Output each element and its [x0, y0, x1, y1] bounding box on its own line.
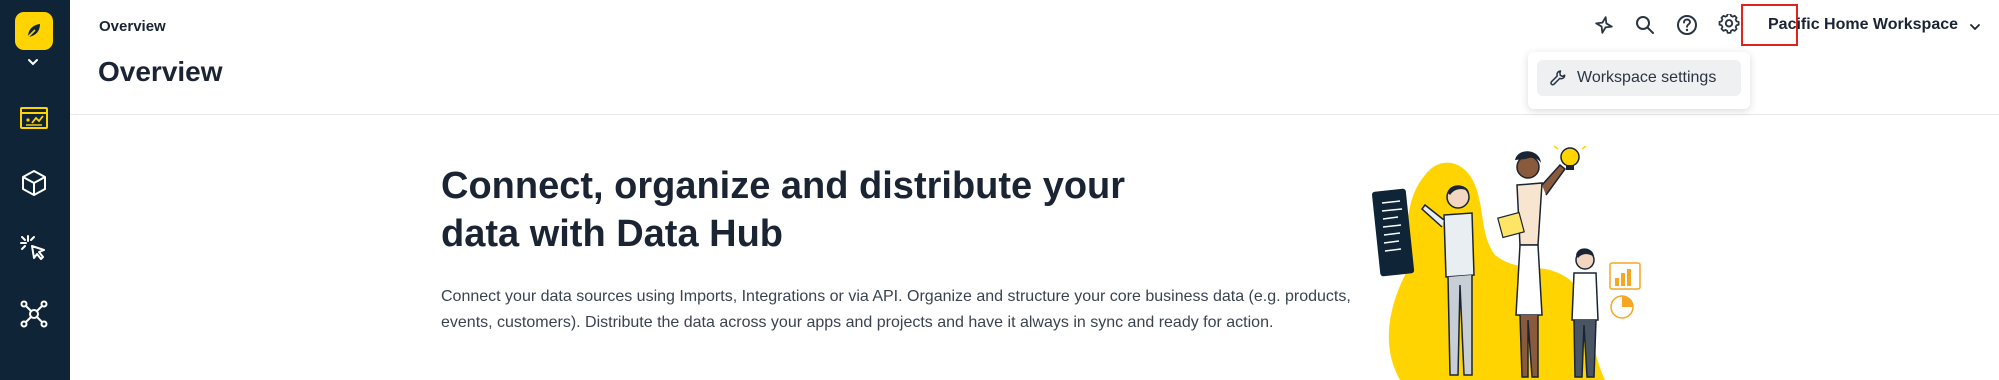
settings-dropdown: Workspace settings [1528, 52, 1750, 109]
wrench-icon [1550, 70, 1566, 86]
search-button[interactable] [1630, 10, 1660, 40]
chevron-down-icon[interactable] [24, 55, 42, 69]
menu-item-label: Workspace settings [1577, 69, 1717, 86]
sidebar [0, 0, 70, 380]
cube-icon [22, 170, 46, 196]
leaf-logo-icon [27, 24, 40, 38]
app-root: Overview Overview Pacific Home Workspace… [0, 0, 1999, 380]
search-icon [1636, 16, 1654, 34]
sidebar-item-dashboard[interactable] [17, 101, 51, 135]
ai-assistant-button[interactable] [1589, 10, 1619, 40]
dashboard-icon [20, 107, 48, 129]
hero-title: Connect, organize and distribute your da… [441, 165, 1126, 255]
sidebar-item-catalog[interactable] [17, 166, 51, 200]
team-illustration [1372, 145, 1641, 380]
main-content: Overview Overview Pacific Home Workspace… [70, 0, 1999, 380]
app-logo[interactable] [15, 12, 53, 50]
sidebar-item-integrations[interactable] [17, 297, 51, 331]
page-title: Overview [98, 56, 223, 87]
workspace-switcher[interactable]: Pacific Home Workspace [1768, 16, 1958, 34]
ai-sparkle-icon [1595, 16, 1613, 34]
click-icon [20, 235, 45, 260]
help-button[interactable] [1672, 10, 1702, 40]
chevron-down-icon[interactable] [1968, 22, 1982, 32]
hero-description: Connect your data sources using Imports,… [441, 288, 1351, 331]
network-hub-icon [20, 300, 48, 328]
breadcrumb[interactable]: Overview [99, 18, 166, 35]
header-divider [70, 114, 1999, 115]
menu-item-workspace-settings[interactable]: Workspace settings [1537, 60, 1741, 96]
sidebar-item-interactions[interactable] [17, 231, 51, 265]
gear-icon [1718, 14, 1740, 34]
help-icon [1677, 15, 1697, 35]
settings-button[interactable] [1714, 10, 1744, 40]
